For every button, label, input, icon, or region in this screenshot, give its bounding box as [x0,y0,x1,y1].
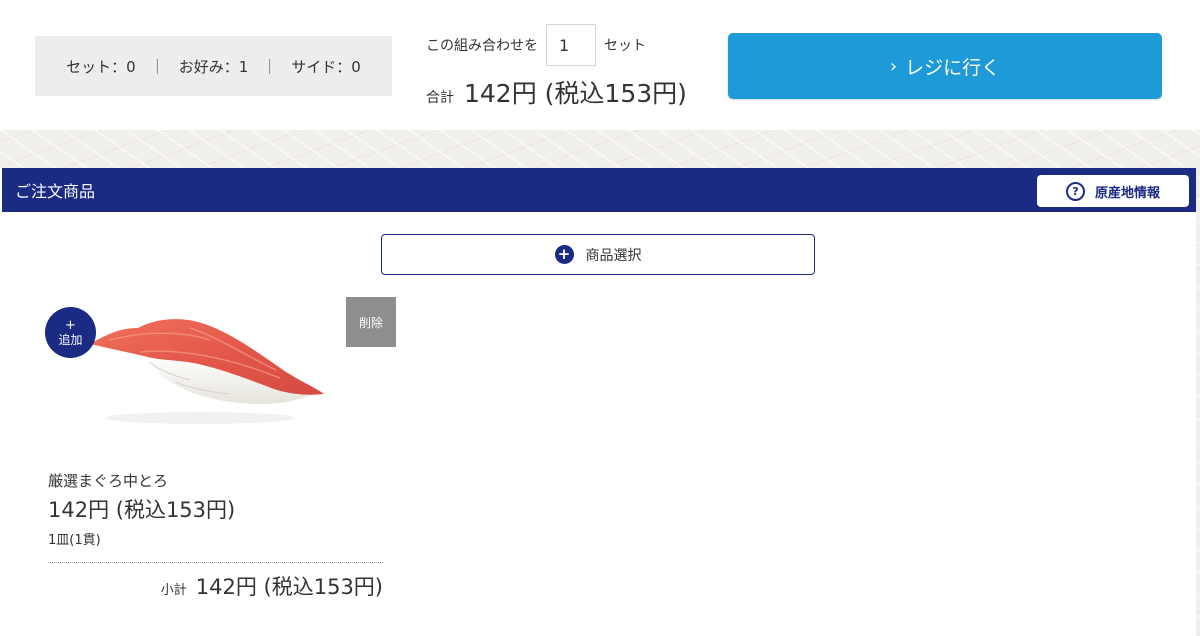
plus-circle-icon: + [554,245,574,264]
question-circle-icon: ? [1065,181,1085,201]
item-name: 厳選まぐろ中とろ [48,472,169,490]
add-item-button[interactable]: + 追加 [45,307,96,358]
separator: ｜ [149,57,165,76]
subtotal-label: 小計 [160,583,187,598]
total-amount: 142円 (税込153円) [464,79,687,108]
subtotal-amount: 142円 (税込153円) [195,575,383,599]
set-count: セット：0 [66,57,136,76]
origin-info-label: 原産地情報 [1094,185,1160,201]
delete-label: 削除 [358,315,383,330]
sushi-image [90,319,324,424]
set-quantity-input[interactable] [546,24,596,66]
total-price: 合計 142円 (税込153円) [426,74,687,110]
plus-icon: + [65,317,76,333]
checkout-label: レジに行く [905,56,1001,79]
combo-quantity-row: この組み合わせを セット [426,24,646,66]
origin-info-button[interactable]: ? 原産地情報 [1037,175,1189,207]
item-price: 142円 (税込153円) [48,498,236,522]
checkout-button[interactable]: › レジに行く [728,33,1162,99]
combo-suffix-label: セット [604,38,646,54]
order-summary-bar: セット：0 ｜ お好み：1 ｜ サイド：0 この組み合わせを セット 合計 14… [0,0,1200,130]
total-label: 合計 [426,90,454,106]
section-title: ご注文商品 [15,182,96,201]
side-count: サイド：0 [291,57,361,76]
okonomi-count: お好み：1 [178,57,249,76]
item-subtotal: 小計 142円 (税込153円) [148,571,383,601]
separator: ｜ [262,57,278,76]
category-count-box: セット：0 ｜ お好み：1 ｜ サイド：0 [35,36,392,96]
order-section-header: ご注文商品 [2,168,1196,212]
item-portion: 1皿(1貫) [48,533,101,548]
delete-item-button[interactable]: 削除 [346,297,396,347]
combo-prefix-label: この組み合わせを [426,38,538,54]
product-select-button[interactable]: + 商品選択 [381,234,815,275]
add-label: 追加 [58,332,83,347]
chevron-right-icon: › [889,55,898,77]
product-select-label: 商品選択 [585,247,642,264]
item-divider [48,562,383,563]
